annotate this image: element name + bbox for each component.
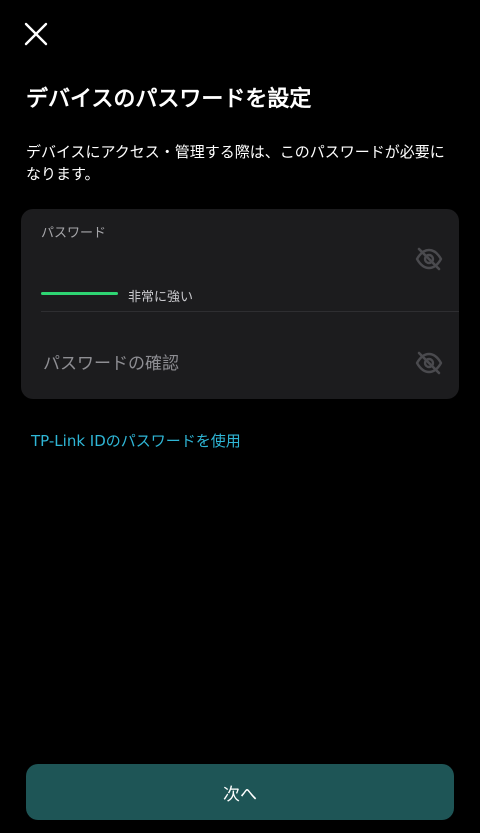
confirm-password-field[interactable] xyxy=(21,312,459,399)
close-button[interactable] xyxy=(18,16,54,52)
password-field[interactable]: パスワード 非常に強い xyxy=(21,209,459,311)
password-input[interactable] xyxy=(41,243,415,281)
next-button[interactable]: 次へ xyxy=(26,764,454,820)
page-title: デバイスのパスワードを設定 xyxy=(26,87,312,112)
use-tplink-id-password-link[interactable]: TP-Link IDのパスワードを使用 xyxy=(31,430,241,451)
password-form-card: パスワード 非常に強い xyxy=(21,209,459,399)
password-strength-fill xyxy=(41,292,118,295)
password-strength-bar xyxy=(41,292,118,295)
password-strength-label: 非常に強い xyxy=(128,290,194,305)
page-description: デバイスにアクセス・管理する際は、このパスワードが必要になります。 xyxy=(26,143,445,183)
password-label: パスワード xyxy=(41,226,107,241)
confirm-visibility-toggle[interactable] xyxy=(413,347,445,379)
close-icon xyxy=(24,22,48,46)
eye-off-icon xyxy=(415,247,443,271)
eye-off-icon xyxy=(415,351,443,375)
confirm-password-input[interactable] xyxy=(41,338,415,390)
password-visibility-toggle[interactable] xyxy=(413,243,445,275)
